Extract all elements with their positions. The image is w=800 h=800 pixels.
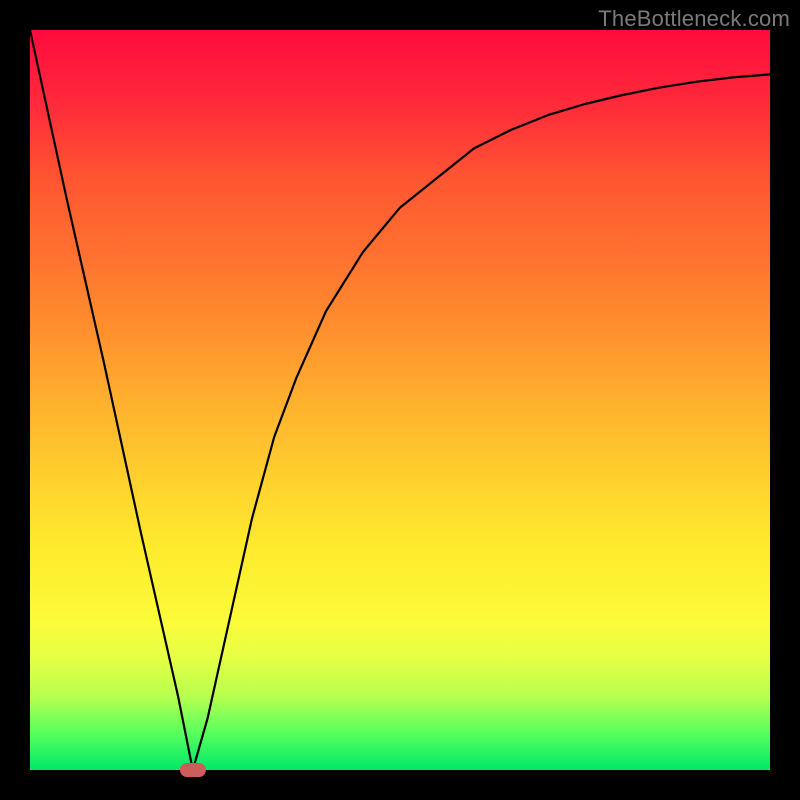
minimum-marker [180,763,206,777]
plot-area [30,30,770,770]
bottleneck-curve [30,30,770,770]
chart-frame: TheBottleneck.com [0,0,800,800]
curve-path [30,30,770,770]
watermark-text: TheBottleneck.com [598,6,790,32]
